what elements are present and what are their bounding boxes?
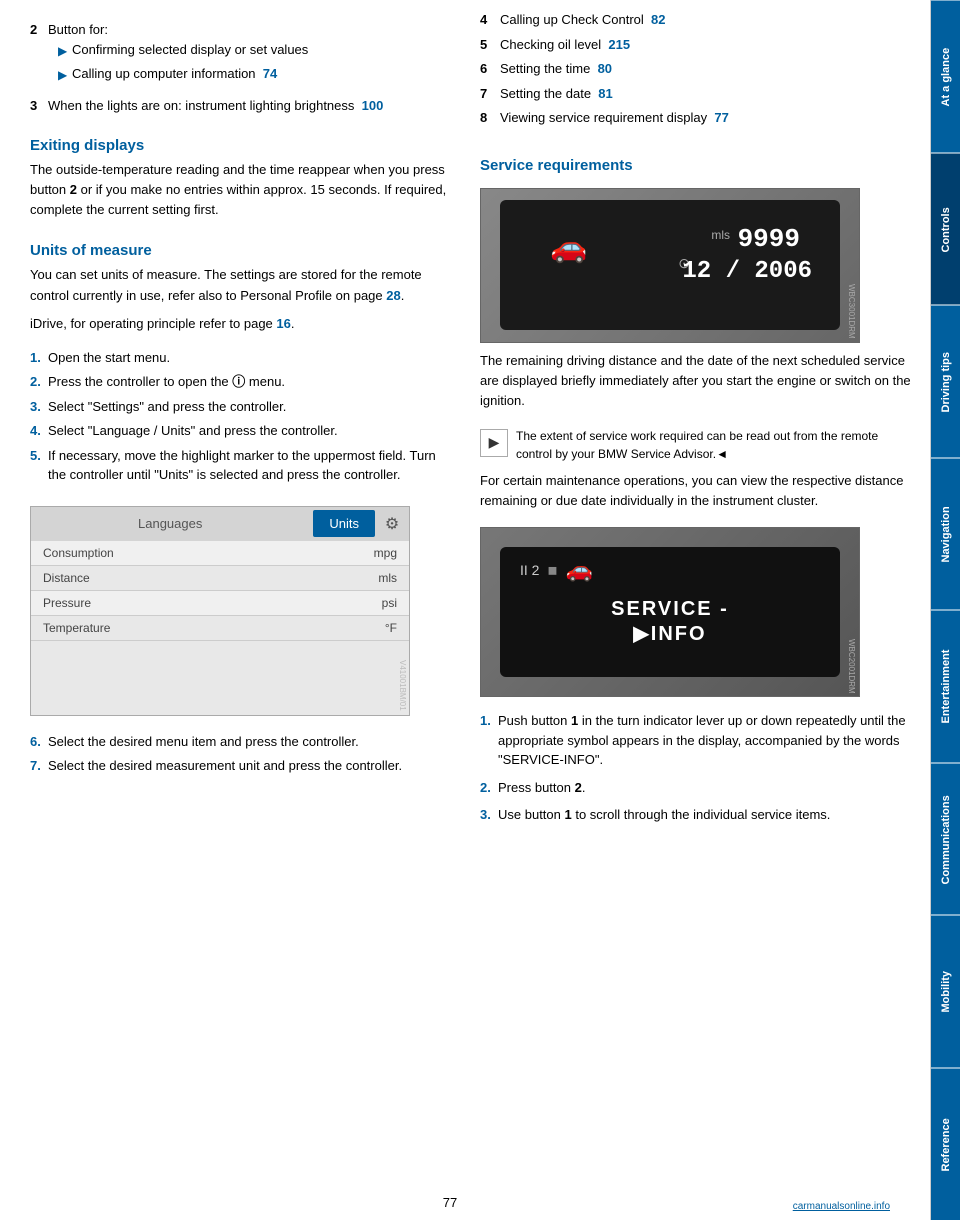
sidebar-tab-controls[interactable]: Controls [931, 153, 960, 306]
service-step-1: 1. Push button 1 in the turn indicator l… [480, 711, 915, 770]
distance-value: mls [378, 571, 397, 585]
item-2-label: Button for: [48, 22, 108, 37]
sidebar-tab-navigation[interactable]: Navigation [931, 458, 960, 611]
left-column: 2 Button for: ▶ Confirming selected disp… [0, 0, 470, 1220]
step-4: 4. Select "Language / Units" and press t… [30, 421, 450, 441]
consumption-value: mpg [374, 546, 397, 560]
page-footer: 77 [0, 1195, 900, 1210]
consumption-label: Consumption [43, 546, 374, 560]
bullet-arrow-2: ▶ [58, 66, 72, 84]
service-step-2: 2. Press button 2. [480, 778, 915, 798]
step-7: 7. Select the desired measurement unit a… [30, 756, 450, 776]
gear-icon: ⚙ [379, 511, 405, 537]
temperature-value: °F [385, 621, 397, 635]
service-para1: The remaining driving distance and the d… [480, 351, 915, 411]
service-para2: For certain maintenance operations, you … [480, 471, 915, 511]
bullet-2: ▶ Calling up computer information 74 [58, 64, 450, 84]
sidebar-tab-communications[interactable]: Communications [931, 763, 960, 916]
step-2: 2. Press the controller to open the ⓘ me… [30, 372, 450, 392]
sidebar-tab-entertainment[interactable]: Entertainment [931, 610, 960, 763]
item-6-text: Setting the time 80 [500, 59, 612, 79]
sidebar-tab-mobility[interactable]: Mobility [931, 915, 960, 1068]
units-heading: Units of measure [30, 242, 450, 259]
item-8-text: Viewing service requirement display 77 [500, 108, 729, 128]
item-4-text: Calling up Check Control 82 [500, 10, 666, 30]
watermark-service1: WBC3001DRM [847, 284, 856, 339]
item-5-text: Checking oil level 215 [500, 35, 630, 55]
sidebar: At a glance Controls Driving tips Naviga… [930, 0, 960, 1220]
item-7: 7 Setting the date 81 [480, 84, 915, 104]
right-column: 4 Calling up Check Control 82 5 Checking… [470, 0, 930, 1220]
service-info-line2: ▶INFO [611, 621, 729, 646]
items-4-8: 4 Calling up Check Control 82 5 Checking… [480, 10, 915, 133]
service-step-3: 3. Use button 1 to scroll through the in… [480, 805, 915, 825]
item-2-content: Button for: ▶ Confirming selected displa… [48, 20, 450, 88]
item-2-number: 2 [30, 20, 48, 88]
item-6: 6 Setting the time 80 [480, 59, 915, 79]
service-steps-list: 1. Push button 1 in the turn indicator l… [480, 711, 915, 830]
service-date-val: 12 / 2006 [682, 258, 812, 285]
units-row-consumption: Consumption mpg [31, 541, 409, 566]
watermark-service2: WBC2001DRM [847, 639, 856, 694]
item-5: 5 Checking oil level 215 [480, 35, 915, 55]
item-3: 3 When the lights are on: instrument lig… [30, 96, 450, 116]
bullet-text-2: Calling up computer information 74 [72, 64, 277, 84]
step-5: 5. If necessary, move the highlight mark… [30, 446, 450, 485]
tab-units: Units [313, 510, 375, 537]
page-number: 77 [443, 1195, 457, 1210]
step-3: 3. Select "Settings" and press the contr… [30, 397, 450, 417]
watermark-left: V41001BM/01 [398, 660, 407, 711]
sidebar-tab-at-a-glance[interactable]: At a glance [931, 0, 960, 153]
units-para2: iDrive, for operating principle refer to… [30, 314, 450, 334]
step-6: 6. Select the desired menu item and pres… [30, 732, 450, 752]
sidebar-tab-reference[interactable]: Reference [931, 1068, 960, 1220]
pressure-label: Pressure [43, 596, 382, 610]
service-cluster-image: 🚗 mls ⊙ 9999 12 / 2006 WBC3001DRM [480, 188, 860, 343]
bullet-arrow-1: ▶ [58, 42, 72, 60]
sidebar-tab-driving-tips[interactable]: Driving tips [931, 305, 960, 458]
units-steps-list: 1. Open the start menu. 2. Press the con… [30, 348, 450, 490]
service-info-line1: SERVICE - [611, 598, 729, 621]
units-table-image: Languages Units ⚙ Consumption mpg Distan… [30, 506, 410, 716]
service-note-text: The extent of service work required can … [516, 427, 915, 463]
item-2: 2 Button for: ▶ Confirming selected disp… [30, 20, 450, 88]
units-row-temperature: Temperature °F [31, 616, 409, 641]
temperature-label: Temperature [43, 621, 385, 635]
item-7-text: Setting the date 81 [500, 84, 613, 104]
website-watermark: carmanualsonline.info [793, 1201, 890, 1212]
service-mils-val: 9999 [738, 224, 800, 254]
item-8: 8 Viewing service requirement display 77 [480, 108, 915, 128]
units-row-distance: Distance mls [31, 566, 409, 591]
pressure-value: psi [382, 596, 397, 610]
item-3-number: 3 [30, 96, 48, 116]
exiting-heading: Exiting displays [30, 137, 450, 154]
bullet-1: ▶ Confirming selected display or set val… [58, 40, 450, 60]
units-row-pressure: Pressure psi [31, 591, 409, 616]
bullet-text-1: Confirming selected display or set value… [72, 40, 308, 60]
service-note-box: ▶ The extent of service work required ca… [480, 427, 915, 463]
item-4: 4 Calling up Check Control 82 [480, 10, 915, 30]
exiting-para: The outside-temperature reading and the … [30, 160, 450, 220]
item-3-content: When the lights are on: instrument light… [48, 96, 450, 116]
service-info-image: II 2 ◼ 🚗 SERVICE - ▶INFO WBC2001DRM [480, 527, 860, 697]
service-heading: Service requirements [480, 157, 915, 174]
distance-label: Distance [43, 571, 378, 585]
tab-languages: Languages [31, 510, 309, 537]
units-para1: You can set units of measure. The settin… [30, 265, 450, 305]
step-1: 1. Open the start menu. [30, 348, 450, 368]
units-steps-cont: 6. Select the desired menu item and pres… [30, 732, 450, 781]
note-arrow-icon: ▶ [480, 429, 508, 457]
